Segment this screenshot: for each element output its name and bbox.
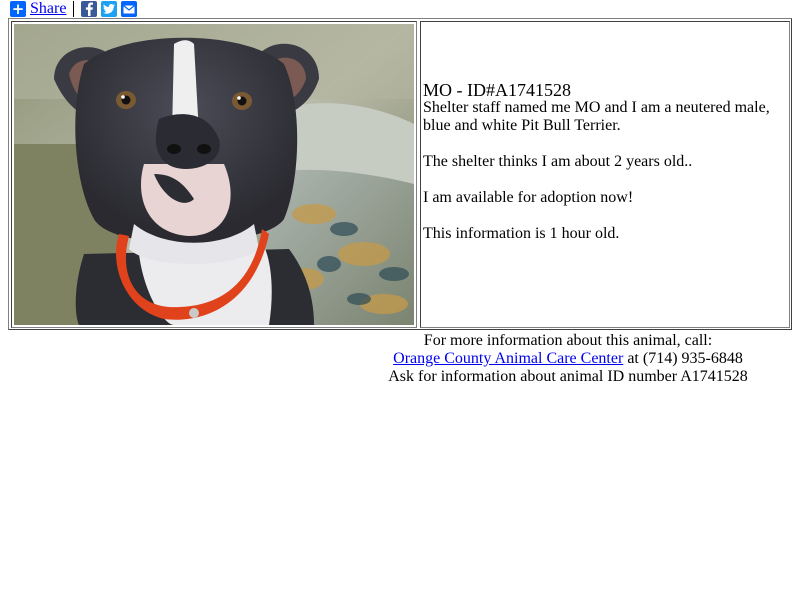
contact-intro: For more information about this animal, … [423,332,713,349]
animal-table: MO - ID#A1741528 Shelter staff named me … [8,18,792,330]
twitter-icon[interactable] [101,1,118,17]
contact-info: For more information about this animal, … [340,332,796,386]
shelter-link[interactable]: Orange County Animal Care Center [393,350,623,367]
facebook-icon[interactable] [81,1,98,17]
dog-photo [14,24,414,325]
contact-ask: Ask for information about animal ID numb… [388,368,748,385]
shelter-phone: at (714) 935-6848 [627,350,743,367]
email-icon[interactable] [121,1,138,17]
share-link[interactable]: Share [30,0,66,18]
plus-icon[interactable]: + [10,1,26,17]
animal-description: Shelter staff named me MO and I am a neu… [423,99,770,134]
info-cell: MO - ID#A1741528 Shelter staff named me … [420,21,790,328]
contact-line: Orange County Animal Care Center at (714… [340,350,796,368]
photo-cell [11,21,417,328]
animal-availability: I am available for adoption now! [423,189,634,206]
animal-age: The shelter thinks I am about 2 years ol… [423,153,693,170]
info-freshness: This information is 1 hour old. [423,225,620,242]
share-divider [73,1,75,17]
animal-title: MO - ID#A1741528 [423,80,571,100]
share-bar: + Share [10,0,141,18]
